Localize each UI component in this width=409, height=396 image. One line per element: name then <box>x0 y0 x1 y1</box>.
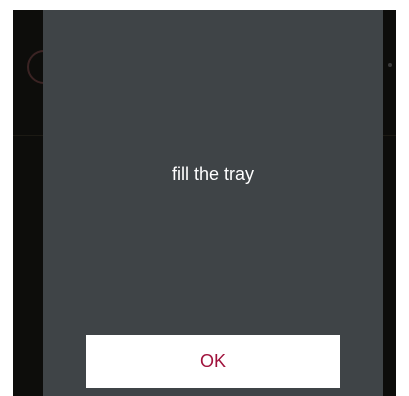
background-indicator-icon <box>388 63 392 67</box>
app-screen: fill the tray OK <box>13 10 396 396</box>
alert-dialog: fill the tray OK <box>43 10 383 396</box>
ok-button[interactable]: OK <box>86 335 340 388</box>
dialog-message: fill the tray <box>171 164 255 184</box>
